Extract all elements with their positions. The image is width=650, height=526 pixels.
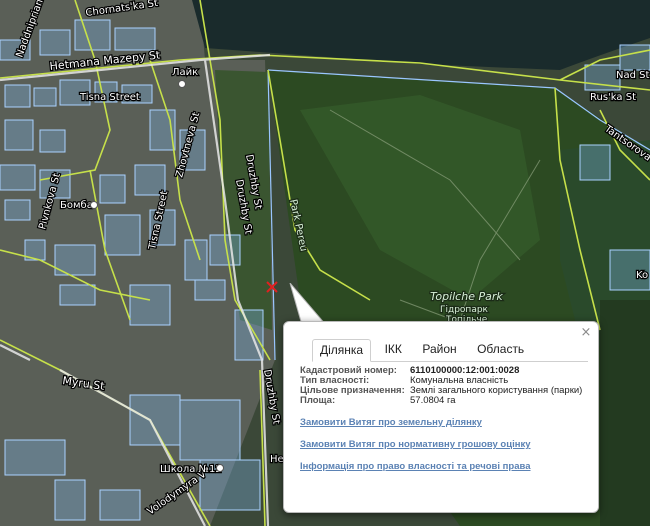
order-valuation-extract-link[interactable]: Замовити Витяг про нормативну грошову оц… (300, 439, 531, 450)
ownership-info-link[interactable]: Інформація про право власності та речові… (300, 461, 531, 472)
poi-laik-icon (178, 80, 186, 88)
popup-links: Замовити Витяг про земельну ділянку Замо… (300, 417, 531, 483)
poi-bomba-icon (90, 201, 98, 209)
parcel-area: 57.0804 га (410, 395, 456, 406)
street-label-he: He (270, 454, 284, 465)
tab-oblast[interactable]: Область (470, 339, 531, 360)
street-label-nad: Nad St (616, 70, 649, 81)
popup-tabs: Ділянка ІКК Район Область (312, 339, 588, 362)
park-sub-label-1: Гідропарк (440, 305, 489, 315)
poi-label-bomba: Бомба (60, 200, 93, 211)
attr-key: Площа: (300, 395, 336, 406)
street-label-tisna-1: Tisna Street (79, 92, 140, 103)
poi-label-laik: Лайк (172, 67, 198, 78)
edge-label: Ko (636, 270, 648, 281)
street-label-ruska: Rus'ka St (590, 92, 636, 103)
tab-ikk[interactable]: ІКК (378, 339, 409, 360)
poi-shkola-icon (216, 464, 224, 472)
close-icon[interactable]: × (580, 326, 592, 339)
park-name-label: Topilche Park (430, 290, 503, 303)
parcel-attributes: Кадастровий номер: 6110100000:12:001:002… (300, 366, 582, 406)
parcel-info-popup: × Ділянка ІКК Район Область Кадастровий … (283, 321, 599, 513)
tab-dilyanka[interactable]: Ділянка (312, 339, 372, 362)
tab-raion[interactable]: Район (415, 339, 463, 360)
attr-row-area: Площа: 57.0804 га (300, 396, 582, 406)
poi-label-shkola: Школа №12 (160, 464, 222, 475)
order-parcel-extract-link[interactable]: Замовити Витяг про земельну ділянку (300, 417, 531, 428)
